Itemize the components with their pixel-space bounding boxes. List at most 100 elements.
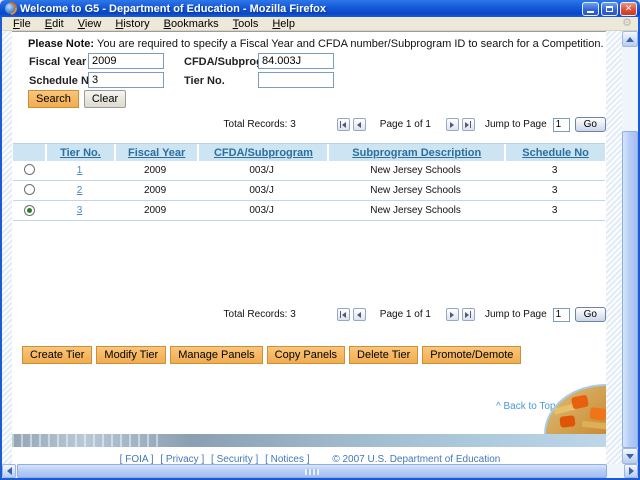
jump-to-page-label: Jump to Page [484,309,547,320]
delete-tier-button[interactable]: Delete Tier [349,346,419,364]
schedule-no-input[interactable] [88,72,164,88]
page-right-stripe-decoration [606,31,622,464]
back-to-top-link[interactable]: ^ Back to Top [496,401,556,412]
cfda-cell: 003/J [249,185,274,196]
tier-no-label: Tier No. [184,75,225,87]
vertical-scrollbar[interactable] [622,31,638,464]
first-page-icon [340,311,342,318]
scroll-down-button[interactable] [622,448,638,464]
fiscal-year-input[interactable] [88,53,164,69]
header-tier-no[interactable]: Tier No. [60,147,101,159]
horizontal-scroll-thumb[interactable] [17,464,607,478]
pagination-bottom: Total Records: 3 Page 1 of 1 Jump to Pag… [224,307,606,322]
table-header-row: Tier No. Fiscal Year CFDA/Subprogram Sub… [13,143,606,161]
row-radio-button[interactable] [23,205,35,216]
close-button[interactable]: ✕ [620,1,637,16]
go-button[interactable]: Go [574,307,606,322]
page-indicator-text: Page 1 of 1 [379,119,431,130]
scroll-right-button[interactable] [624,464,638,478]
first-page-button[interactable] [336,308,350,321]
last-page-icon [465,121,470,128]
description-cell: New Jersey Schools [370,185,461,196]
tier-link[interactable]: 1 [77,165,83,176]
page-indicator-text: Page 1 of 1 [379,309,431,320]
fiscal-year-cell: 2009 [143,165,167,176]
menubar: File Edit View History Bookmarks Tools H… [2,17,638,31]
first-page-button[interactable] [336,118,350,131]
schedule-no-label: Schedule No [29,75,96,87]
firefox-icon [5,3,16,14]
header-subprogram-description[interactable]: Subprogram Description [352,147,481,159]
scroll-up-button[interactable] [622,31,638,47]
page-content: Please Note: You are required to specify … [12,31,606,464]
security-link[interactable]: [ Security ] [211,454,258,464]
next-page-button[interactable] [445,118,459,131]
footer-gradient-bar [12,434,606,447]
next-page-button[interactable] [445,308,459,321]
arrow-up-icon [626,36,634,42]
cfda-subprogram-input[interactable] [258,53,334,69]
table-row: 3 2009 003/J New Jersey Schools 3 [13,201,605,221]
jump-to-page-input[interactable] [552,117,570,132]
copy-panels-button[interactable]: Copy Panels [266,346,346,364]
header-cfda-subprogram[interactable]: CFDA/Subprogram [214,147,313,159]
menu-history[interactable]: History [108,18,156,30]
foia-link[interactable]: [ FOIA ] [120,454,154,464]
radio-column-header [13,144,45,161]
window-title: Welcome to G5 - Department of Education … [20,2,326,15]
row-radio-button[interactable] [23,183,35,195]
schedule-cell: 3 [551,185,558,196]
tier-link[interactable]: 2 [77,185,83,196]
last-page-icon [465,311,470,318]
menu-view[interactable]: View [71,18,109,30]
header-fiscal-year[interactable]: Fiscal Year [128,147,185,159]
search-button[interactable]: Search [28,90,79,108]
menu-edit[interactable]: Edit [38,18,71,30]
minimize-icon [587,10,594,13]
classroom-chairs-decoration [544,384,606,434]
cfda-cell: 003/J [249,205,274,216]
description-cell: New Jersey Schools [370,165,461,176]
row-radio-button[interactable] [23,163,35,175]
total-records-text: Total Records: 3 [223,309,296,320]
notices-link[interactable]: [ Notices ] [265,454,309,464]
last-page-button[interactable] [461,118,475,131]
menu-tools[interactable]: Tools [226,18,266,30]
schedule-cell: 3 [551,165,558,176]
scroll-left-button[interactable] [2,464,16,478]
please-note-text: Please Note: You are required to specify … [28,38,604,50]
maximize-icon [606,5,613,12]
modify-tier-button[interactable]: Modify Tier [96,346,167,364]
menu-bookmarks[interactable]: Bookmarks [157,18,226,30]
table-row: 2 2009 003/J New Jersey Schools 3 [13,181,605,201]
privacy-link[interactable]: [ Privacy ] [160,454,204,464]
first-page-icon [340,121,342,128]
previous-page-button[interactable] [352,118,366,131]
promote-demote-button[interactable]: Promote/Demote [422,346,522,364]
previous-page-icon [357,311,362,318]
fiscal-year-label: Fiscal Year* [29,56,93,68]
next-page-icon [450,121,455,128]
header-schedule-no[interactable]: Schedule No [522,147,589,159]
maximize-button[interactable] [601,1,618,16]
vertical-scroll-thumb[interactable] [622,131,638,448]
tier-link[interactable]: 3 [77,205,83,216]
page-viewport: Please Note: You are required to specify … [2,31,638,464]
last-page-button[interactable] [461,308,475,321]
clear-button[interactable]: Clear [83,90,127,108]
menu-file[interactable]: File [6,18,38,30]
page-footer: [ FOIA ] [ Privacy ] [ Security ] [ Noti… [12,454,606,464]
next-page-icon [450,311,455,318]
create-tier-button[interactable]: Create Tier [22,346,93,364]
menu-help[interactable]: Help [265,18,302,30]
tier-no-input[interactable] [258,72,334,88]
table-row: 1 2009 003/J New Jersey Schools 3 [13,161,605,181]
horizontal-scrollbar[interactable] [2,464,638,478]
minimize-button[interactable] [582,1,599,16]
go-button[interactable]: Go [574,117,606,132]
jump-to-page-input[interactable] [552,307,570,322]
previous-page-button[interactable] [352,308,366,321]
manage-panels-button[interactable]: Manage Panels [170,346,263,364]
scroll-thumb-grip [305,469,319,475]
page-left-stripe-decoration [2,31,12,464]
